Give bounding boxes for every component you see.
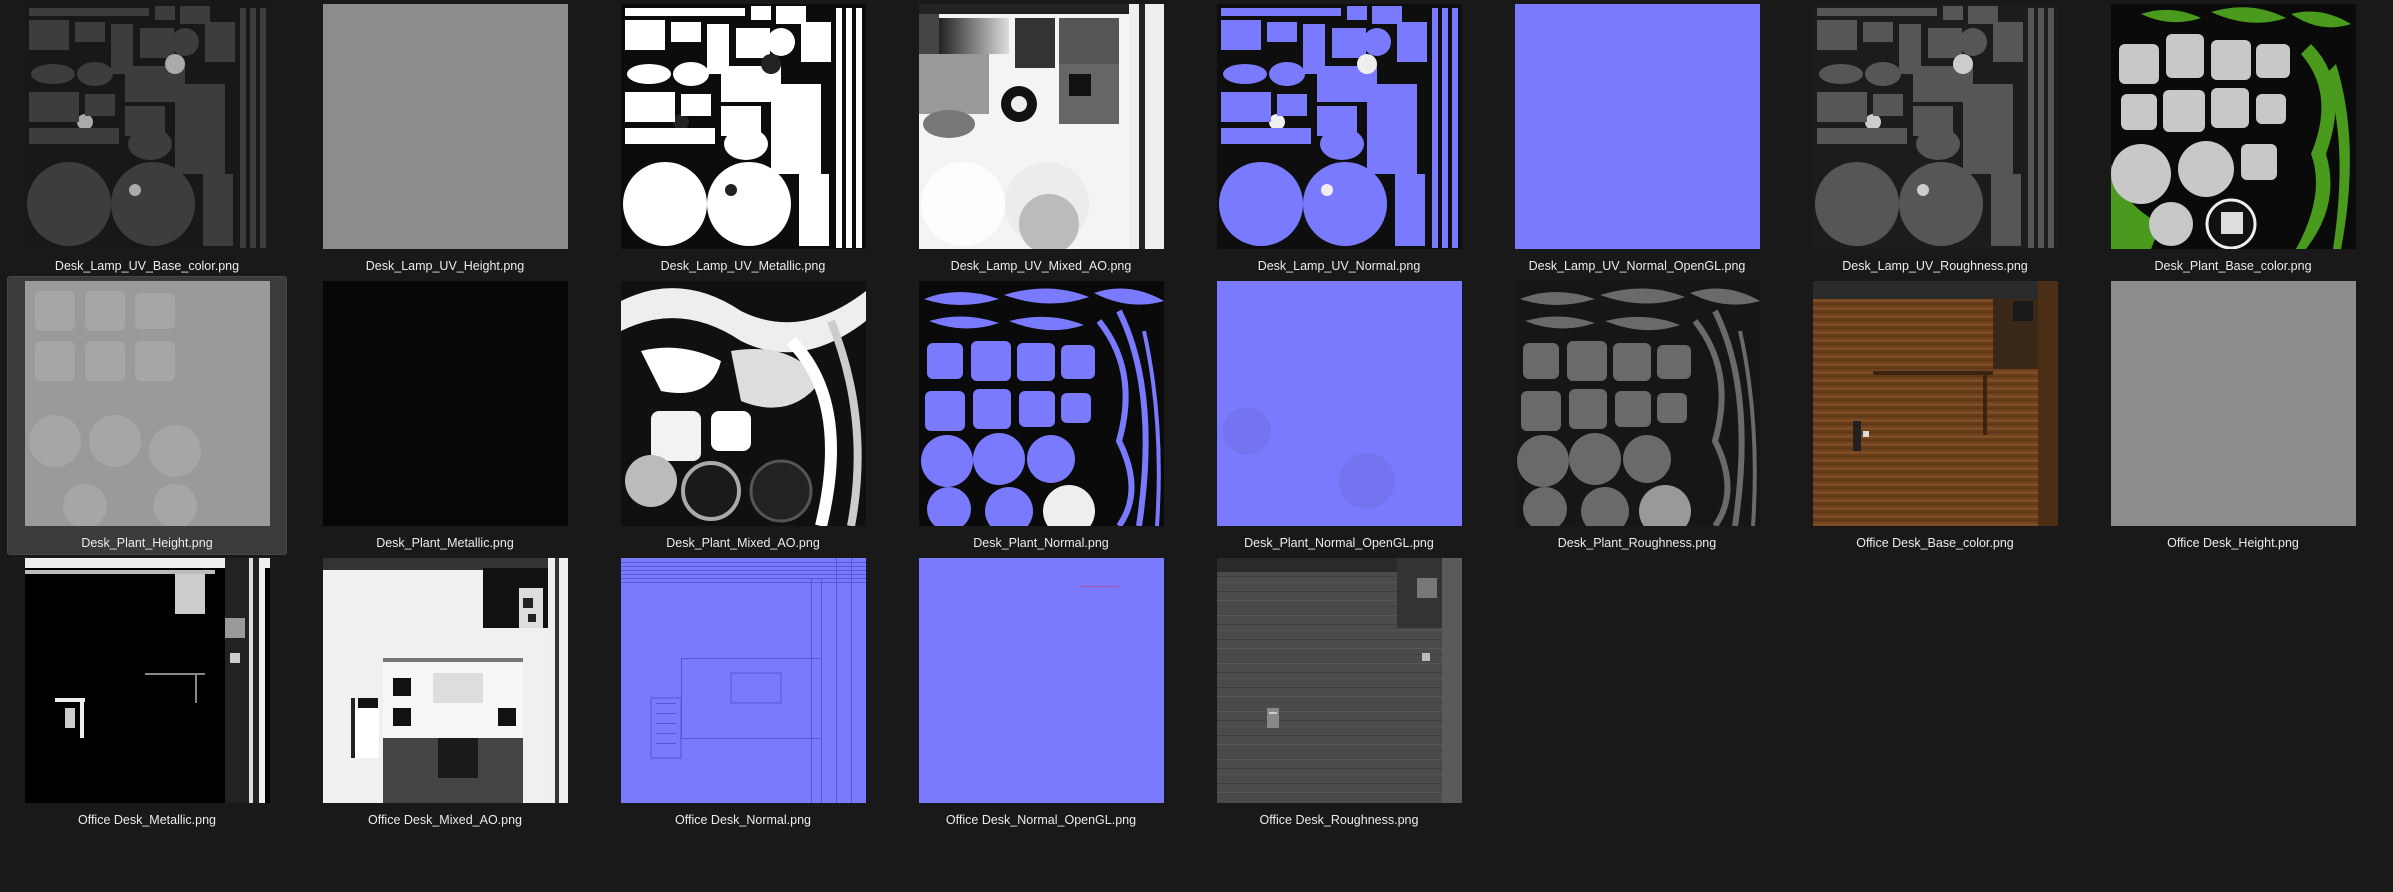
file-name-label: Office Desk_Mixed_AO.png <box>367 813 522 827</box>
texture-thumbnail <box>2110 281 2356 526</box>
file-item-desk-plant-normal-opengl[interactable]: Desk_Plant_Normal_OpenGL.png <box>1200 277 1478 554</box>
texture-thumbnail <box>620 281 866 526</box>
texture-thumbnail <box>2110 4 2356 249</box>
file-name-label: Desk_Plant_Base_color.png <box>2154 259 2312 273</box>
texture-thumbnail <box>24 281 270 526</box>
file-name-label: Desk_Plant_Metallic.png <box>376 536 514 550</box>
file-name-label: Desk_Lamp_UV_Base_color.png <box>54 259 240 273</box>
texture-thumbnail <box>1812 4 2058 249</box>
texture-thumbnail <box>322 281 568 526</box>
file-item-desk-plant-base-color[interactable]: Desk_Plant_Base_color.png <box>2094 0 2372 277</box>
file-item-desk-lamp-uv-height[interactable]: Desk_Lamp_UV_Height.png <box>306 0 584 277</box>
file-name-label: Office Desk_Normal.png <box>675 813 811 827</box>
file-name-label: Desk_Plant_Normal_OpenGL.png <box>1244 536 1434 550</box>
file-item-desk-plant-metallic[interactable]: Desk_Plant_Metallic.png <box>306 277 584 554</box>
texture-thumbnail <box>322 4 568 249</box>
texture-thumbnail <box>1216 281 1462 526</box>
texture-thumbnail <box>620 558 866 803</box>
file-item-office-desk-normal-opengl[interactable]: Office Desk_Normal_OpenGL.png <box>902 554 1180 831</box>
file-item-office-desk-mixed-ao[interactable]: Office Desk_Mixed_AO.png <box>306 554 584 831</box>
file-item-desk-lamp-uv-metallic[interactable]: Desk_Lamp_UV_Metallic.png <box>604 0 882 277</box>
texture-thumbnail <box>1216 558 1462 803</box>
thumbnail-grid: Desk_Lamp_UV_Base_color.png Desk_Lamp_UV_… <box>7 0 2372 831</box>
texture-thumbnail <box>1812 281 2058 526</box>
file-name-label: Office Desk_Base_color.png <box>1856 536 2014 550</box>
file-item-office-desk-roughness[interactable]: Office Desk_Roughness.png <box>1200 554 1478 831</box>
file-name-label: Office Desk_Metallic.png <box>77 813 217 827</box>
file-name-label: Desk_Lamp_UV_Metallic.png <box>660 259 826 273</box>
file-item-desk-lamp-uv-normal-opengl[interactable]: Desk_Lamp_UV_Normal_OpenGL.png <box>1498 0 1776 277</box>
texture-thumbnail <box>918 281 1164 526</box>
texture-thumbnail <box>918 4 1164 249</box>
file-item-office-desk-metallic[interactable]: Office Desk_Metallic.png <box>8 554 286 831</box>
texture-thumbnail <box>24 558 270 803</box>
file-name-label: Desk_Plant_Mixed_AO.png <box>666 536 820 550</box>
file-item-desk-plant-mixed-ao[interactable]: Desk_Plant_Mixed_AO.png <box>604 277 882 554</box>
file-name-label: Desk_Plant_Height.png <box>81 536 213 550</box>
file-name-label: Desk_Plant_Roughness.png <box>1557 536 1717 550</box>
texture-thumbnail <box>620 4 866 249</box>
file-item-office-desk-normal[interactable]: Office Desk_Normal.png <box>604 554 882 831</box>
file-browser-view: Desk_Lamp_UV_Base_color.png Desk_Lamp_UV_… <box>0 0 2393 892</box>
texture-thumbnail <box>322 558 568 803</box>
file-item-desk-lamp-uv-base-color[interactable]: Desk_Lamp_UV_Base_color.png <box>8 0 286 277</box>
file-item-desk-lamp-uv-roughness[interactable]: Desk_Lamp_UV_Roughness.png <box>1796 0 2074 277</box>
file-name-label: Desk_Lamp_UV_Normal_OpenGL.png <box>1528 259 1746 273</box>
file-name-label: Desk_Lamp_UV_Height.png <box>365 259 525 273</box>
file-name-label: Office Desk_Height.png <box>2167 536 2299 550</box>
file-name-label: Desk_Lamp_UV_Roughness.png <box>1842 259 2028 273</box>
file-name-label: Desk_Lamp_UV_Mixed_AO.png <box>950 259 1132 273</box>
texture-thumbnail <box>1514 4 1760 249</box>
file-name-label: Desk_Plant_Normal.png <box>973 536 1109 550</box>
texture-thumbnail <box>1216 4 1462 249</box>
file-name-label: Office Desk_Roughness.png <box>1259 813 1419 827</box>
texture-thumbnail <box>918 558 1164 803</box>
file-item-desk-plant-height[interactable]: Desk_Plant_Height.png <box>7 276 287 555</box>
file-item-office-desk-base-color[interactable]: Office Desk_Base_color.png <box>1796 277 2074 554</box>
file-item-desk-plant-normal[interactable]: Desk_Plant_Normal.png <box>902 277 1180 554</box>
file-name-label: Desk_Lamp_UV_Normal.png <box>1257 259 1421 273</box>
file-item-desk-plant-roughness[interactable]: Desk_Plant_Roughness.png <box>1498 277 1776 554</box>
file-item-desk-lamp-uv-mixed-ao[interactable]: Desk_Lamp_UV_Mixed_AO.png <box>902 0 1180 277</box>
file-name-label: Office Desk_Normal_OpenGL.png <box>945 813 1137 827</box>
texture-thumbnail <box>24 4 270 249</box>
file-item-office-desk-height[interactable]: Office Desk_Height.png <box>2094 277 2372 554</box>
texture-thumbnail <box>1514 281 1760 526</box>
file-item-desk-lamp-uv-normal[interactable]: Desk_Lamp_UV_Normal.png <box>1200 0 1478 277</box>
